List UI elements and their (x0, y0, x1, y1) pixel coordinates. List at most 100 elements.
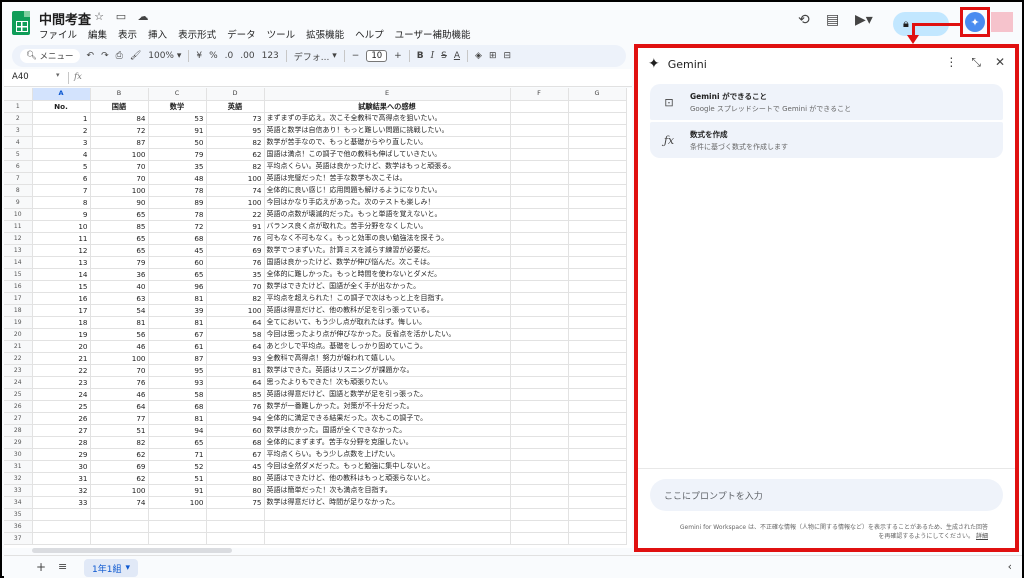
cell[interactable] (568, 460, 627, 473)
cell[interactable]: 48 (148, 172, 207, 185)
cell[interactable]: 30 (32, 460, 91, 473)
print-icon[interactable]: ⎙ (116, 51, 123, 61)
comment-cell[interactable]: 今回はかなり手応えがあった。次のテストも楽しみ！ (264, 196, 511, 209)
cell[interactable] (510, 340, 569, 353)
row-number[interactable]: 18 (4, 304, 33, 317)
comment-cell[interactable]: 国語は良かったけど、数学が伸び悩んだ。次こそは。 (264, 256, 511, 269)
cell[interactable] (568, 436, 627, 449)
comment-cell[interactable]: 平均点くらい。英語は良かったけど、数学はもっと頑張る。 (264, 160, 511, 173)
comment-cell[interactable]: あと少しで平均点。基礎をしっかり固めていこう。 (264, 340, 511, 353)
cell[interactable] (90, 532, 149, 545)
cell[interactable] (568, 280, 627, 293)
menu-item[interactable]: 編集 (88, 27, 107, 41)
cell[interactable]: 100 (90, 148, 149, 161)
cell[interactable]: 24 (32, 388, 91, 401)
cell[interactable]: 36 (90, 268, 149, 281)
cell[interactable] (90, 520, 149, 533)
comment-cell[interactable]: まずまずの手応え。次こそ全教科で高得点を狙いたい。 (264, 112, 511, 125)
comment-cell[interactable]: 平均点くらい。もう少し点数を上げたい。 (264, 448, 511, 461)
row-number[interactable]: 1 (4, 100, 33, 113)
menu-item[interactable]: 挿入 (148, 27, 167, 41)
cell[interactable]: 91 (206, 220, 265, 233)
cell[interactable]: 7 (32, 184, 91, 197)
cell[interactable] (90, 508, 149, 521)
cell[interactable]: 53 (148, 112, 207, 125)
cell[interactable]: 62 (90, 448, 149, 461)
cell[interactable]: 68 (206, 436, 265, 449)
cell[interactable]: 78 (148, 184, 207, 197)
cell[interactable]: 65 (148, 436, 207, 449)
cell[interactable] (568, 340, 627, 353)
cell[interactable]: 76 (206, 256, 265, 269)
cell[interactable] (568, 472, 627, 485)
cell[interactable] (510, 244, 569, 257)
cell[interactable] (510, 316, 569, 329)
cell[interactable] (510, 388, 569, 401)
cell[interactable] (206, 508, 265, 521)
column-header[interactable]: C (148, 88, 207, 101)
cell[interactable]: 65 (90, 208, 149, 221)
column-header[interactable]: D (206, 88, 265, 101)
cell[interactable]: 100 (206, 304, 265, 317)
comment-cell[interactable]: 全体的に満足できる結果だった。次もこの調子で。 (264, 412, 511, 425)
menu-item[interactable]: データ (227, 27, 256, 41)
cell[interactable] (568, 412, 627, 425)
cell[interactable] (510, 304, 569, 317)
cell[interactable]: 100 (90, 484, 149, 497)
comment-cell[interactable]: 英語と数学は自信あり！もっと難しい問題に挑戦したい。 (264, 124, 511, 137)
cell[interactable]: 93 (206, 352, 265, 365)
decrease-decimal-button[interactable]: .0 (225, 51, 234, 61)
cell[interactable] (568, 292, 627, 305)
row-number[interactable]: 35 (4, 508, 33, 521)
create-formula-card[interactable]: ƒx 数式を作成 条件に基づく数式を作成します (650, 122, 1003, 158)
merge-cells-icon[interactable]: ⊟ (503, 51, 511, 61)
cell[interactable]: 70 (206, 280, 265, 293)
cell[interactable] (32, 508, 91, 521)
cell[interactable]: 35 (148, 160, 207, 173)
cell[interactable]: 84 (90, 112, 149, 125)
cell[interactable] (510, 124, 569, 137)
row-number[interactable]: 8 (4, 184, 33, 197)
cell[interactable] (568, 136, 627, 149)
cell[interactable]: 74 (90, 496, 149, 509)
cell[interactable]: 4 (32, 148, 91, 161)
add-sheet-icon[interactable]: + (36, 560, 46, 574)
cell[interactable]: 70 (90, 160, 149, 173)
cell[interactable] (568, 124, 627, 137)
cell[interactable] (510, 268, 569, 281)
cell[interactable]: 45 (148, 244, 207, 257)
cell[interactable]: 94 (206, 412, 265, 425)
cell[interactable] (510, 208, 569, 221)
cell[interactable]: 82 (206, 136, 265, 149)
cell[interactable] (510, 460, 569, 473)
sheets-logo-icon[interactable] (12, 11, 30, 35)
cell[interactable] (510, 196, 569, 209)
cell[interactable]: 69 (90, 460, 149, 473)
row-number[interactable]: 37 (4, 532, 33, 545)
undo-icon[interactable]: ↶ (87, 51, 95, 61)
cell[interactable]: 27 (32, 424, 91, 437)
cell[interactable]: 76 (206, 400, 265, 413)
cell[interactable] (510, 184, 569, 197)
cell[interactable]: 60 (206, 424, 265, 437)
cloud-status-icon[interactable]: ☁ (136, 10, 150, 23)
cell[interactable] (510, 376, 569, 389)
cell[interactable]: 65 (148, 268, 207, 281)
row-number[interactable]: 2 (4, 112, 33, 125)
row-number[interactable]: 36 (4, 520, 33, 533)
cell[interactable] (568, 232, 627, 245)
cell[interactable]: 46 (90, 340, 149, 353)
comment-cell[interactable]: 数学は得意だけど、時間が足りなかった。 (264, 496, 511, 509)
cell[interactable]: 45 (206, 460, 265, 473)
chevron-down-icon[interactable]: ▾ (56, 71, 60, 79)
cell[interactable] (510, 160, 569, 173)
cell[interactable]: 9 (32, 208, 91, 221)
row-number[interactable]: 4 (4, 136, 33, 149)
cell[interactable] (568, 508, 627, 521)
row-number[interactable]: 24 (4, 376, 33, 389)
comment-cell[interactable]: バランス良く点が取れた。苦手分野をなくしたい。 (264, 220, 511, 233)
column-header[interactable]: F (510, 88, 569, 101)
cell[interactable]: 56 (90, 328, 149, 341)
cell[interactable]: 93 (148, 376, 207, 389)
cell[interactable] (568, 196, 627, 209)
